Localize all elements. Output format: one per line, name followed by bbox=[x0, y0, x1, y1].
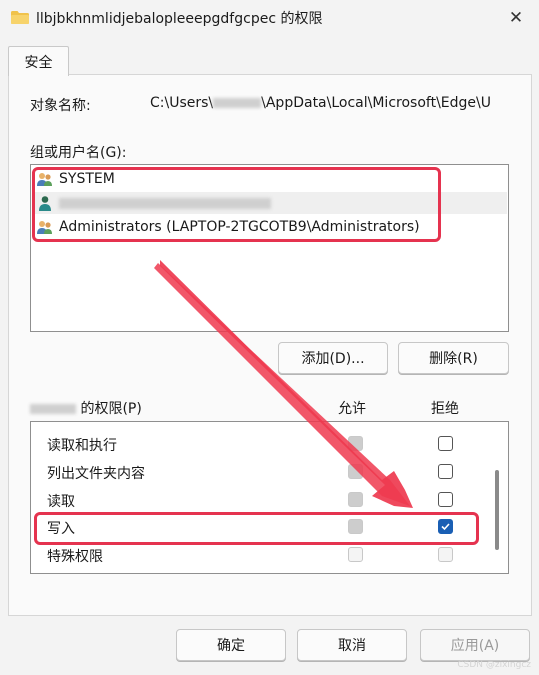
checkmark-icon bbox=[441, 523, 450, 531]
deny-special-checkbox[interactable] bbox=[438, 547, 453, 562]
list-item-label: SYSTEM bbox=[59, 171, 115, 187]
redacted-user-label bbox=[59, 197, 271, 209]
allow-special-checkbox[interactable] bbox=[348, 547, 363, 562]
permissions-scrollbar[interactable] bbox=[495, 470, 499, 550]
deny-read-checkbox[interactable] bbox=[438, 492, 453, 507]
redacted-username bbox=[213, 98, 262, 108]
list-item-user[interactable] bbox=[32, 192, 507, 214]
perm-row-list-folder: 列出文件夹内容 bbox=[47, 466, 145, 482]
apply-button[interactable]: 应用(A) bbox=[420, 629, 530, 661]
ok-button[interactable]: 确定 bbox=[176, 629, 286, 661]
user-group-icon bbox=[37, 173, 52, 186]
perm-row-read: 读取 bbox=[47, 494, 75, 510]
list-item-label: Administrators (LAPTOP-2TGCOTB9\Administ… bbox=[59, 219, 420, 235]
deny-write-checkbox[interactable] bbox=[438, 519, 453, 534]
list-item-administrators[interactable]: Administrators (LAPTOP-2TGCOTB9\Administ… bbox=[36, 216, 420, 238]
object-path-start: C:\Users\ bbox=[150, 95, 214, 111]
permissions-label-text: 的权限(P) bbox=[80, 401, 142, 417]
list-item-system[interactable]: SYSTEM bbox=[36, 168, 115, 190]
folder-icon bbox=[11, 11, 29, 24]
object-name-label: 对象名称: bbox=[30, 98, 91, 114]
deny-list-folder-checkbox[interactable] bbox=[438, 464, 453, 479]
cancel-button[interactable]: 取消 bbox=[297, 629, 407, 661]
object-path-end: \AppData\Local\Microsoft\Edge\U bbox=[261, 95, 491, 111]
allow-write-checkbox[interactable] bbox=[348, 519, 363, 534]
close-button[interactable]: ✕ bbox=[502, 4, 530, 32]
redacted-permissions-user bbox=[30, 404, 76, 414]
user-icon bbox=[39, 196, 51, 211]
perm-row-special: 特殊权限 bbox=[47, 549, 103, 565]
close-icon: ✕ bbox=[508, 8, 524, 28]
user-group-icon bbox=[37, 221, 52, 234]
deny-read-execute-checkbox[interactable] bbox=[438, 436, 453, 451]
perm-row-write: 写入 bbox=[47, 521, 75, 537]
tab-security[interactable]: 安全 bbox=[8, 46, 69, 76]
perm-row-read-execute: 读取和执行 bbox=[47, 438, 117, 454]
watermark: CSDN @zixingcz bbox=[457, 660, 531, 670]
annotation-arrow bbox=[154, 260, 413, 508]
object-name-value: C:\Users\ \AppData\Local\Microsoft\Edge\U bbox=[150, 95, 510, 111]
window-title: llbjbkhnmlidjebalopleeepgdfgcpec 的权限 bbox=[36, 11, 323, 27]
tab-label: 安全 bbox=[24, 54, 53, 71]
groups-label: 组或用户名(G): bbox=[30, 145, 127, 161]
permissions-label: 的权限(P) bbox=[30, 398, 142, 418]
